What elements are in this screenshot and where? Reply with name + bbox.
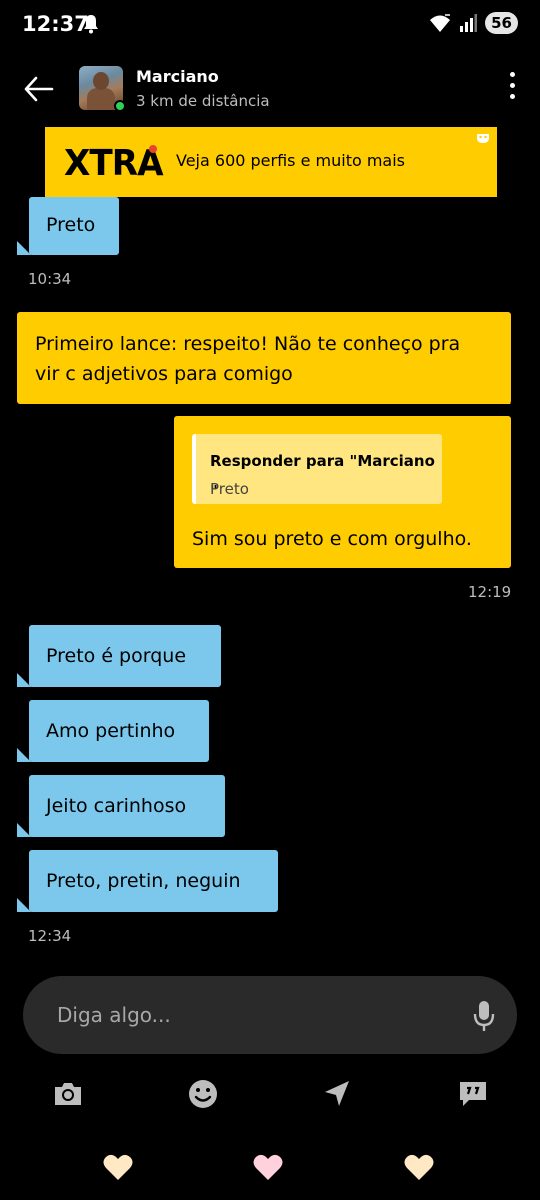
- message-text: Sim sou preto e com orgulho.: [192, 528, 472, 550]
- message-bubble-received[interactable]: Preto é porque: [29, 625, 221, 687]
- contact-name[interactable]: Marciano: [136, 67, 219, 86]
- status-icons: 56: [429, 12, 518, 34]
- xtra-logo-dot: [149, 145, 157, 153]
- emoji-icon[interactable]: [187, 1078, 219, 1110]
- message-timestamp: 12:19: [468, 583, 512, 601]
- location-icon[interactable]: [321, 1078, 353, 1110]
- camera-icon[interactable]: [52, 1078, 84, 1110]
- wifi-icon: [430, 14, 451, 32]
- quick-phrases-icon[interactable]: [457, 1078, 489, 1110]
- chat-header: Marciano 3 km de distância: [0, 54, 540, 124]
- message-bubble-sent-reply[interactable]: Responder para "Marciano " Preto Sim sou…: [174, 416, 511, 568]
- message-text: Amo pertinho: [46, 720, 176, 742]
- message-bubble-received[interactable]: Preto, pretin, neguin: [29, 850, 278, 912]
- message-input-placeholder: Diga algo...: [57, 1003, 171, 1027]
- bubble-tail: [17, 823, 31, 837]
- bubble-tail: [17, 241, 31, 255]
- xtra-logo: XTRA: [64, 143, 164, 184]
- message-text-line-2: vir c adjetivos para comigo: [35, 363, 293, 385]
- signal-icon: [460, 14, 478, 32]
- message-bubble-received[interactable]: Jeito carinhoso: [29, 775, 225, 837]
- back-arrow-icon[interactable]: [22, 72, 56, 106]
- message-bubble-received[interactable]: Amo pertinho: [29, 700, 209, 762]
- mask-icon: [477, 134, 489, 143]
- bubble-tail: [497, 390, 511, 404]
- message-text: Preto, pretin, neguin: [46, 870, 241, 892]
- microphone-icon[interactable]: [473, 1000, 495, 1032]
- online-indicator: [114, 100, 126, 112]
- message-bubble-sent[interactable]: Primeiro lance: respeito! Não te conheço…: [17, 312, 511, 404]
- message-timestamp: 12:34: [28, 927, 72, 945]
- message-text: Preto é porque: [46, 645, 187, 667]
- bubble-tail: [17, 898, 31, 912]
- bubble-tail: [17, 748, 31, 762]
- xtra-banner[interactable]: XTRA Veja 600 perfis e muito mais: [45, 127, 497, 197]
- bubble-tail: [17, 673, 31, 687]
- bell-icon: [84, 15, 98, 34]
- more-options-icon[interactable]: [508, 72, 516, 104]
- heart-icon-right[interactable]: [403, 1152, 435, 1182]
- battery-badge: 56: [485, 12, 518, 34]
- heart-icon-left[interactable]: [102, 1152, 134, 1182]
- chat-toolbar: [0, 1070, 540, 1120]
- reply-quote-text: Preto: [210, 480, 249, 498]
- contact-distance: 3 km de distância: [136, 92, 270, 110]
- status-time: 12:37: [22, 12, 89, 36]
- banner-text: Veja 600 perfis e muito mais: [176, 151, 406, 170]
- message-timestamp: 10:34: [28, 270, 72, 288]
- heart-icon-center[interactable]: [252, 1152, 284, 1182]
- reply-quote[interactable]: Responder para "Marciano " Preto: [192, 434, 442, 504]
- system-nav-bar: [0, 1140, 540, 1200]
- message-text: Preto: [46, 214, 96, 236]
- message-text: Jeito carinhoso: [46, 795, 187, 817]
- status-bar: 12:37 56: [0, 0, 540, 52]
- message-bubble-received[interactable]: Preto: [29, 197, 119, 255]
- message-text-line-1: Primeiro lance: respeito! Não te conheço…: [35, 333, 461, 355]
- message-input[interactable]: Diga algo...: [23, 976, 517, 1054]
